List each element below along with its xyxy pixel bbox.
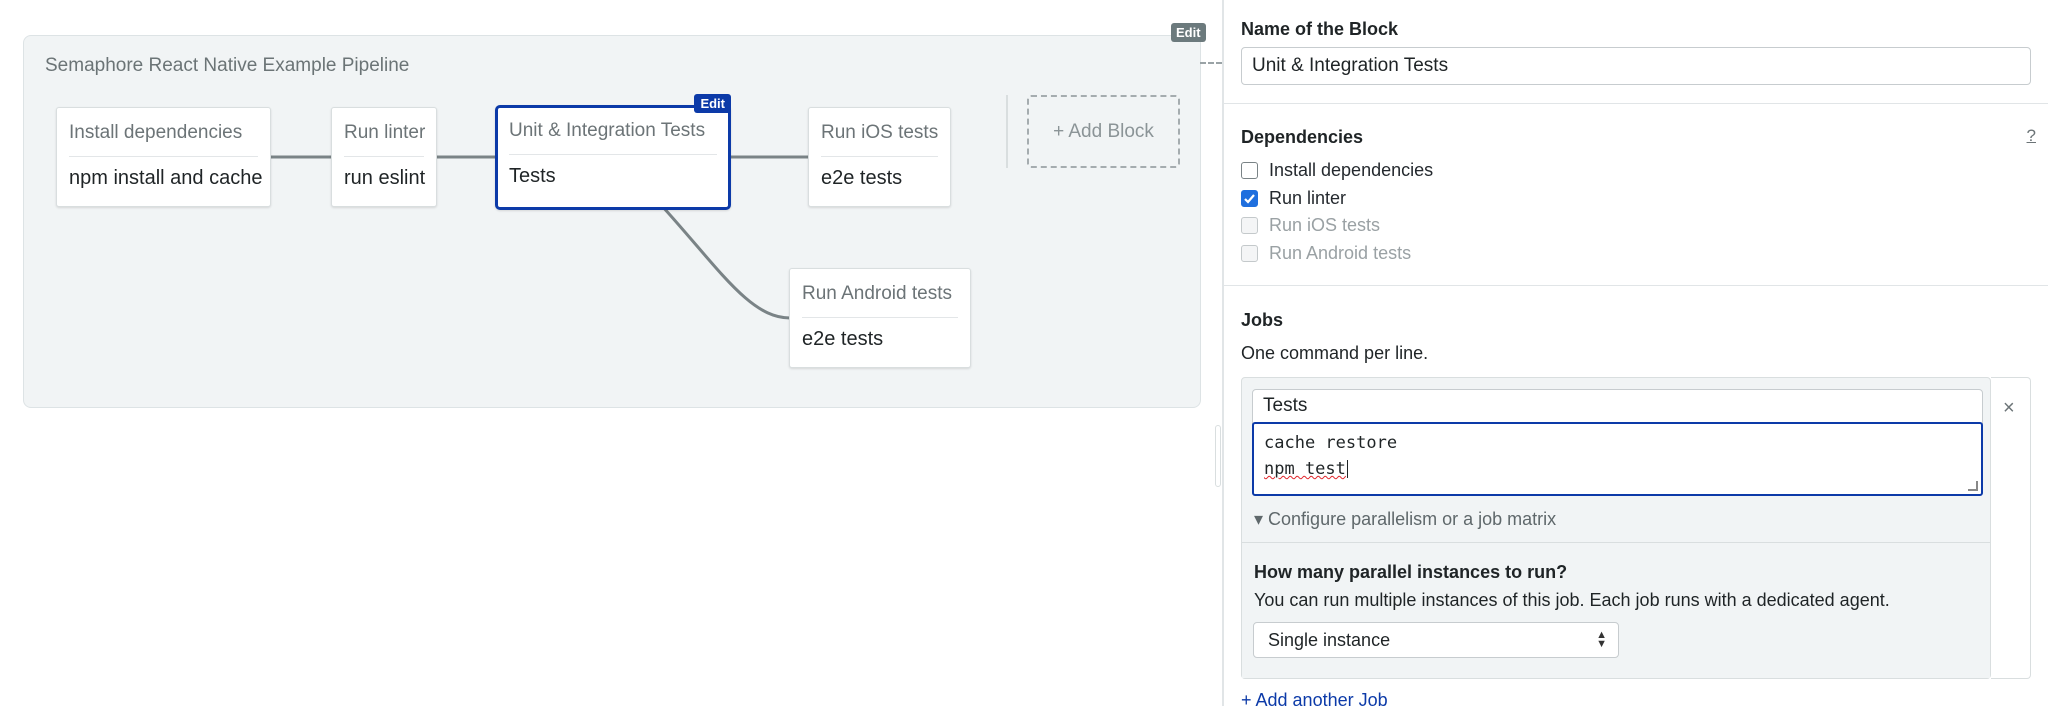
parallelism-question: How many parallel instances to run? xyxy=(1254,562,1568,582)
block-job: e2e tests xyxy=(821,167,903,189)
dependency-label: Install dependencies xyxy=(1269,160,1434,180)
block-job: Tests xyxy=(509,165,556,187)
block-run-linter[interactable]: Run linter run eslint xyxy=(331,107,437,207)
dependency-run-ios-tests: Run iOS tests xyxy=(1241,215,1380,236)
command-line-active: npm test xyxy=(1264,456,1971,482)
jobs-label: Jobs xyxy=(1241,310,1284,330)
dependency-label: Run Android tests xyxy=(1269,243,1412,263)
check-icon xyxy=(1244,194,1255,204)
parallelism-description: You can run multiple instances of this j… xyxy=(1254,590,1890,610)
block-run-ios-tests[interactable]: Run iOS tests e2e tests xyxy=(808,107,951,207)
workflow-canvas: Semaphore React Native Example Pipeline … xyxy=(0,0,1222,706)
command-line: cache restore xyxy=(1264,433,1398,453)
dependencies-label: Dependencies xyxy=(1241,127,1364,147)
dependency-install-dependencies[interactable]: Install dependencies xyxy=(1241,160,1433,181)
dependencies-help-link[interactable]: ? xyxy=(2027,126,2036,146)
checkbox-checked[interactable] xyxy=(1241,190,1258,207)
wire-unit-android xyxy=(660,204,791,320)
textarea-resize-icon[interactable] xyxy=(1968,481,1978,491)
block-name-section: Name of the Block xyxy=(1224,0,2048,104)
select-arrows-icon: ▲ ▼ xyxy=(1596,629,1607,650)
dependency-run-linter[interactable]: Run linter xyxy=(1241,188,1346,209)
parallel-instances-select[interactable]: Single instance ▲ ▼ xyxy=(1253,622,1619,658)
add-block-divider xyxy=(1006,95,1008,168)
block-job: run eslint xyxy=(344,167,426,189)
job-card-actions xyxy=(1991,377,2031,679)
block-unit-integration-tests[interactable]: Edit Unit & Integration Tests Tests xyxy=(495,94,731,210)
block-editor-panel: Name of the Block Dependencies ? Install… xyxy=(1224,0,2048,710)
add-block-button[interactable]: + Add Block xyxy=(1027,95,1180,168)
command-line-text: npm test xyxy=(1264,459,1346,479)
block-name: Run Android tests xyxy=(802,269,958,318)
select-value: Single instance xyxy=(1268,630,1391,650)
job-commands-textarea[interactable]: cache restore npm test xyxy=(1252,422,1983,496)
block-name: Run linter xyxy=(344,108,425,157)
checkbox-disabled xyxy=(1241,217,1258,234)
text-cursor xyxy=(1346,460,1348,478)
splitter-drag-handle[interactable] xyxy=(1215,425,1221,487)
block-name: Unit & Integration Tests xyxy=(509,108,717,155)
block-job: e2e tests xyxy=(802,328,884,350)
block-job: npm install and cache xyxy=(69,167,263,189)
block-run-android-tests[interactable]: Run Android tests e2e tests xyxy=(789,268,971,368)
block-name-input[interactable] xyxy=(1241,47,2031,85)
remove-job-icon[interactable]: × xyxy=(2003,397,2015,420)
jobs-hint: One command per line. xyxy=(1241,343,1429,363)
checkbox[interactable] xyxy=(1241,162,1258,179)
edit-block-badge[interactable]: Edit xyxy=(694,94,731,113)
dependency-run-android-tests: Run Android tests xyxy=(1241,243,1411,264)
block-name-label: Name of the Block xyxy=(1241,19,1399,39)
checkbox-disabled xyxy=(1241,245,1258,262)
block-name: Install dependencies xyxy=(69,108,258,157)
job-name-input[interactable]: Tests xyxy=(1252,389,1983,424)
dependency-label: Run linter xyxy=(1269,188,1347,208)
configure-parallelism-toggle[interactable]: ▾ Configure parallelism or a job matrix xyxy=(1254,509,1556,530)
dependency-label: Run iOS tests xyxy=(1269,215,1381,235)
block-name: Run iOS tests xyxy=(821,108,938,157)
block-install-dependencies[interactable]: Install dependencies npm install and cac… xyxy=(56,107,271,207)
add-another-job-link[interactable]: + Add another Job xyxy=(1241,690,1388,711)
